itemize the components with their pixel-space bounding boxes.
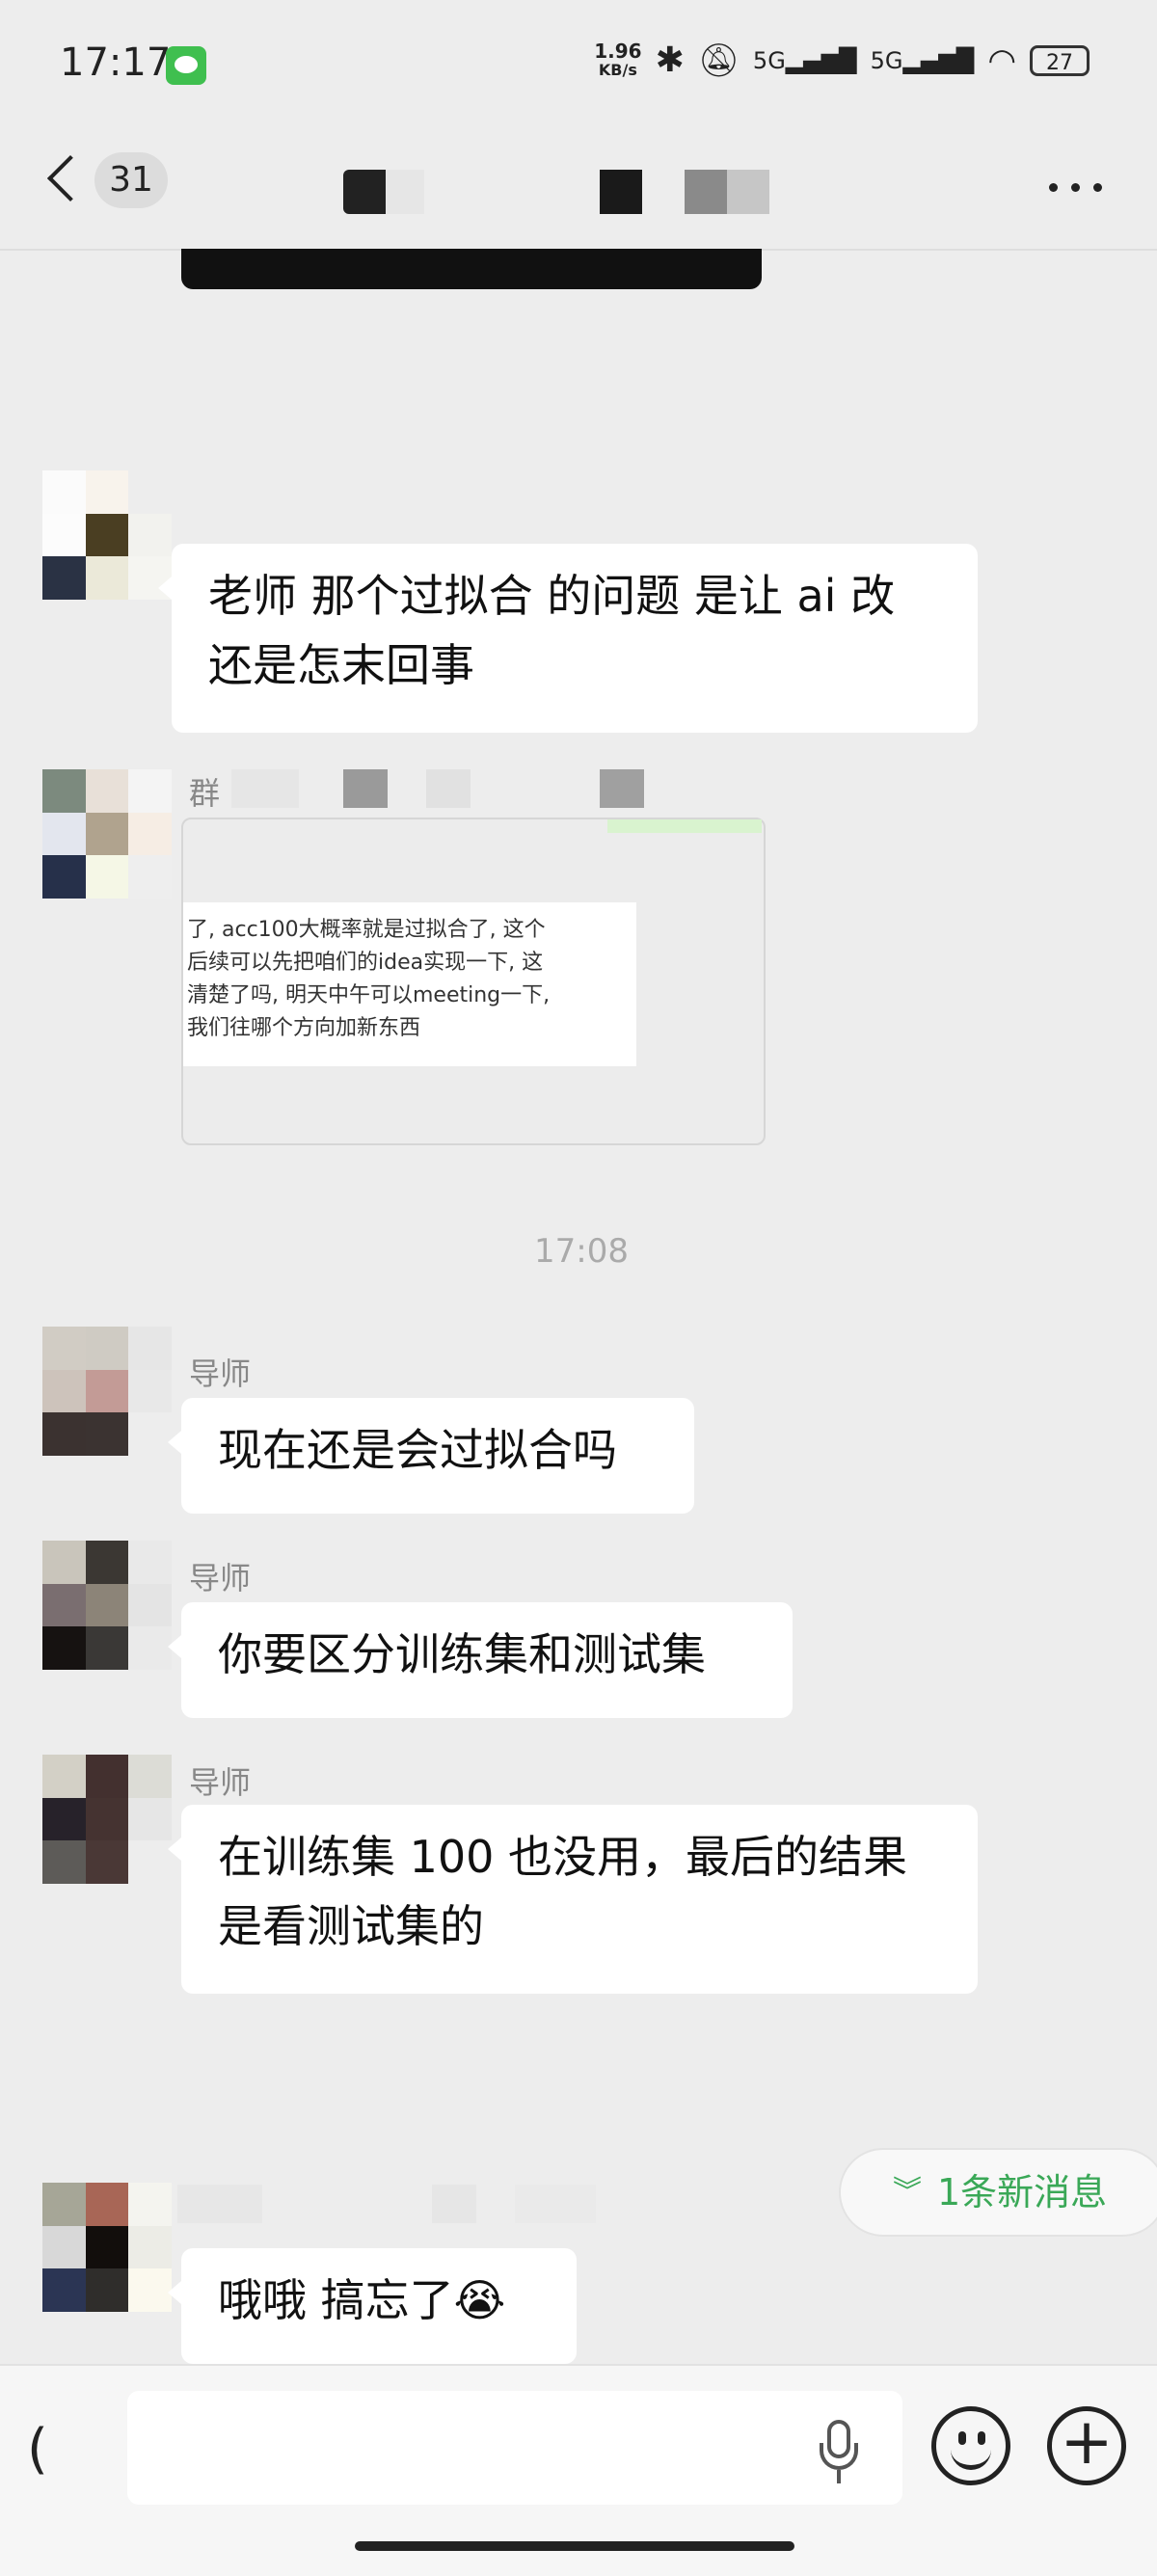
- home-indicator[interactable]: [355, 2541, 794, 2551]
- new-message-label: 1条新消息: [937, 2171, 1108, 2214]
- avatar[interactable]: [42, 1755, 172, 1884]
- voice-toggle-icon[interactable]: (: [27, 2418, 48, 2481]
- message-text: 现在还是会过拟合吗: [218, 1424, 617, 1476]
- sender-name: 导师: [189, 1764, 252, 1801]
- message-text: 老师 那个过拟合 的问题 是让 ai 改: [208, 570, 896, 622]
- double-chevron-down-icon: ︾: [893, 2175, 922, 2209]
- new-message-pill[interactable]: ︾ 1条新消息: [839, 2148, 1157, 2237]
- message-text: 是看测试集的: [218, 1900, 484, 1952]
- status-icons: 1.96 KB/s ✱ 🔕︎ 5G▂▄▆█ 5G▂▄▆█ ◠ 27: [594, 40, 1090, 80]
- message-bubble[interactable]: 在训练集 100 也没用，最后的结果 是看测试集的: [168, 1805, 978, 1994]
- emoji-eye: [978, 2431, 985, 2445]
- image-highlight: [607, 819, 762, 833]
- image-message[interactable]: 了, acc100大概率就是过拟合了, 这个 后续可以先把咱们的idea实现一下…: [181, 818, 766, 1145]
- message-bubble[interactable]: 你要区分训练集和测试集: [168, 1602, 793, 1718]
- signal-5g-icon: 5G▂▄▆█: [752, 46, 857, 74]
- image-text: 了, acc100大概率就是过拟合了, 这个 后续可以先把咱们的idea实现一下…: [183, 902, 636, 1066]
- message-input[interactable]: [127, 2391, 902, 2505]
- redacted-message-bar: [181, 249, 762, 289]
- plus-icon[interactable]: +: [1047, 2406, 1126, 2485]
- unread-count-badge[interactable]: 31: [94, 152, 168, 208]
- message-bubble[interactable]: 现在还是会过拟合吗: [168, 1398, 694, 1514]
- sender-name: 群: [189, 775, 221, 812]
- emoji-icon[interactable]: [931, 2406, 1010, 2485]
- mute-bell-icon: 🔕︎: [697, 40, 740, 80]
- bluetooth-icon: ✱: [655, 40, 685, 80]
- avatar[interactable]: [42, 769, 172, 899]
- wifi-icon: ◠: [987, 40, 1016, 80]
- avatar[interactable]: [42, 1327, 172, 1456]
- status-time: 17:17: [60, 40, 172, 85]
- message-text: 哦哦 搞忘了: [218, 2274, 454, 2326]
- sender-name: 导师: [189, 1355, 252, 1392]
- avatar[interactable]: [42, 470, 172, 600]
- timestamp: 17:08: [534, 1232, 629, 1271]
- more-icon[interactable]: [1049, 177, 1107, 192]
- battery-icon: 27: [1030, 44, 1090, 76]
- emoji-eye: [958, 2431, 966, 2445]
- sender-name-redacted: [220, 769, 644, 812]
- sender-name: 导师: [189, 1560, 252, 1597]
- message-text: 还是怎末回事: [208, 639, 474, 691]
- avatar[interactable]: [42, 1541, 172, 1670]
- message-text: 你要区分训练集和测试集: [218, 1628, 706, 1680]
- sender-name-redacted: [172, 2185, 596, 2223]
- avatar[interactable]: [42, 2183, 172, 2312]
- net-speed: 1.96 KB/s: [594, 39, 642, 79]
- message-text: 在训练集 100 也没用，最后的结果: [218, 1831, 908, 1883]
- chat-title-redacted: [343, 170, 772, 214]
- back-icon[interactable]: [46, 154, 94, 202]
- message-bubble[interactable]: 哦哦 搞忘了😭: [168, 2248, 577, 2364]
- signal-5g-icon-2: 5G▂▄▆█: [870, 46, 975, 74]
- message-bubble[interactable]: 老师 那个过拟合 的问题 是让 ai 改 还是怎末回事: [158, 544, 978, 733]
- wechat-notification-icon: [166, 46, 206, 85]
- crying-emoji-icon: 😭: [453, 2274, 506, 2326]
- microphone-base: [837, 2470, 841, 2483]
